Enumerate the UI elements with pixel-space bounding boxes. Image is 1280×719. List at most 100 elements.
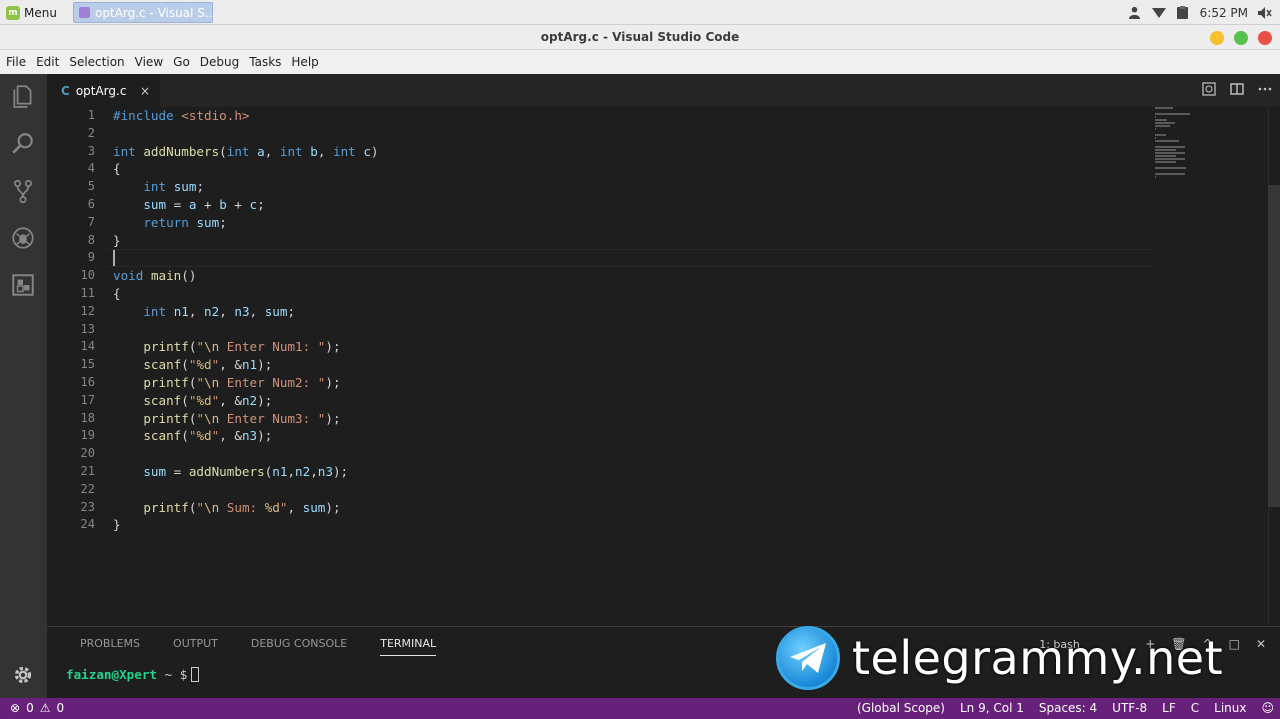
menu-edit[interactable]: Edit [36, 55, 59, 69]
code-line[interactable]: printf("\n Enter Num1: "); [113, 338, 1153, 356]
code-line[interactable]: sum = addNumbers(n1,n2,n3); [113, 463, 1153, 481]
close-window-button[interactable] [1258, 31, 1272, 45]
line-number[interactable]: 22 [47, 481, 95, 499]
code-line[interactable]: scanf("%d", &n3); [113, 427, 1153, 445]
tab-problems[interactable]: PROBLEMS [80, 637, 140, 656]
terminal-prompt: ~ $ [164, 667, 188, 682]
code-line[interactable]: #include <stdio.h> [113, 107, 1153, 125]
line-number[interactable]: 24 [47, 516, 95, 534]
line-number[interactable]: 16 [47, 374, 95, 392]
minimap[interactable] [1155, 107, 1195, 178]
code-line[interactable]: ​ [113, 125, 1153, 143]
code-line[interactable]: { [113, 285, 1153, 303]
menu-selection[interactable]: Selection [69, 55, 124, 69]
tab-terminal[interactable]: TERMINAL [380, 637, 437, 656]
search-icon[interactable] [9, 130, 37, 158]
code-line[interactable]: printf("\n Sum: %d", sum); [113, 499, 1153, 517]
code-line[interactable]: printf("\n Enter Num3: "); [113, 410, 1153, 428]
code-line[interactable]: int n1, n2, n3, sum; [113, 303, 1153, 321]
tab-optarg-c[interactable]: C optArg.c × [47, 74, 160, 107]
tab-debug-console[interactable]: DEBUG CONSOLE [251, 637, 347, 656]
code-line[interactable]: } [113, 232, 1153, 250]
close-icon[interactable]: × [140, 84, 150, 98]
user-icon[interactable] [1128, 6, 1142, 20]
line-number[interactable]: 1 [47, 107, 95, 125]
indentation[interactable]: Spaces: 4 [1039, 701, 1097, 715]
menu-help[interactable]: Help [291, 55, 318, 69]
clipboard-icon[interactable] [1176, 6, 1190, 20]
line-number[interactable]: 12 [47, 303, 95, 321]
encoding[interactable]: UTF-8 [1112, 701, 1147, 715]
open-changes-icon[interactable] [1202, 82, 1216, 100]
more-actions-icon[interactable] [1258, 82, 1272, 100]
code-line[interactable]: ​ [113, 321, 1153, 339]
line-number[interactable]: 5 [47, 178, 95, 196]
line-number[interactable]: 18 [47, 410, 95, 428]
files-icon[interactable] [9, 82, 37, 110]
line-number[interactable]: 4 [47, 160, 95, 178]
debug-icon[interactable] [9, 224, 37, 252]
line-number[interactable]: 13 [47, 321, 95, 339]
os-menu-button[interactable]: m Menu [6, 3, 57, 22]
terminal-prompt-line[interactable]: faizan@Xpert ~ $ [66, 667, 200, 682]
line-number[interactable]: 21 [47, 463, 95, 481]
split-editor-icon[interactable] [1230, 82, 1244, 100]
code-line[interactable]: } [113, 516, 1153, 534]
terminal-cursor [191, 667, 200, 682]
line-number[interactable]: 15 [47, 356, 95, 374]
code-line[interactable]: scanf("%d", &n2); [113, 392, 1153, 410]
line-number[interactable]: 20 [47, 445, 95, 463]
tab-output[interactable]: OUTPUT [173, 637, 218, 656]
minimap-line [1155, 122, 1175, 124]
language-mode[interactable]: C [1191, 701, 1199, 715]
code-line[interactable]: void main() [113, 267, 1153, 285]
line-number[interactable]: 17 [47, 392, 95, 410]
line-number[interactable]: 14 [47, 338, 95, 356]
line-number[interactable]: 3 [47, 143, 95, 161]
code-line[interactable]: return sum; [113, 214, 1153, 232]
taskbar-window-button[interactable]: optArg.c - Visual S... [73, 2, 213, 23]
code-line[interactable]: ​ [113, 445, 1153, 463]
scope-indicator[interactable]: (Global Scope) [857, 701, 945, 715]
line-number[interactable]: 11 [47, 285, 95, 303]
editor-scrollbar[interactable] [1268, 185, 1280, 507]
feedback-smiley-icon[interactable]: ☺ [1261, 701, 1274, 715]
extensions-icon[interactable] [9, 271, 37, 299]
code-line[interactable]: int addNumbers(int a, int b, int c) [113, 143, 1153, 161]
line-number[interactable]: 23 [47, 499, 95, 517]
line-number-gutter[interactable]: 1 2 3 4 5 6 7 8 9 10 11 12 13 14 15 16 17 18 19 20 21 22 23 24 [47, 107, 95, 534]
line-number[interactable]: 10 [47, 267, 95, 285]
code-line[interactable]: scanf("%d", &n1); [113, 356, 1153, 374]
menu-file[interactable]: File [6, 55, 26, 69]
platform[interactable]: Linux [1214, 701, 1246, 715]
line-number[interactable]: 6 [47, 196, 95, 214]
minimize-button[interactable] [1210, 31, 1224, 45]
source-control-icon[interactable] [9, 177, 37, 205]
line-number[interactable]: 2 [47, 125, 95, 143]
clock[interactable]: 6:52 PM [1200, 6, 1248, 20]
volume-muted-icon[interactable] [1258, 6, 1272, 20]
code-line[interactable]: int sum; [113, 178, 1153, 196]
settings-gear-icon[interactable] [9, 661, 37, 689]
code-line[interactable]: printf("\n Enter Num2: "); [113, 374, 1153, 392]
code-line[interactable]: ​ [113, 481, 1153, 499]
wifi-icon[interactable] [1151, 6, 1166, 20]
line-number[interactable]: 8 [47, 232, 95, 250]
end-of-line[interactable]: LF [1162, 701, 1176, 715]
menu-tasks[interactable]: Tasks [249, 55, 281, 69]
line-number[interactable]: 19 [47, 427, 95, 445]
menu-go[interactable]: Go [173, 55, 190, 69]
menu-view[interactable]: View [135, 55, 163, 69]
menu-debug[interactable]: Debug [200, 55, 239, 69]
code-line[interactable]: sum = a + b + c; [113, 196, 1153, 214]
code-line[interactable]: { [113, 160, 1153, 178]
cursor-position[interactable]: Ln 9, Col 1 [960, 701, 1024, 715]
code-line[interactable]: ​ [113, 249, 1153, 267]
line-number[interactable]: 9 [47, 249, 95, 267]
maximize-button[interactable] [1234, 31, 1248, 45]
problems-indicator[interactable]: ⊗ 0 ⚠ 0 [10, 701, 64, 715]
minimap-line [1155, 176, 1156, 178]
code-editor[interactable]: 1 2 3 4 5 6 7 8 9 10 11 12 13 14 15 16 17 18 19 20 21 22 23 24 … [47, 107, 1280, 626]
code-content[interactable]: #include <stdio.h>​int addNumbers(int a,… [113, 107, 1153, 534]
line-number[interactable]: 7 [47, 214, 95, 232]
